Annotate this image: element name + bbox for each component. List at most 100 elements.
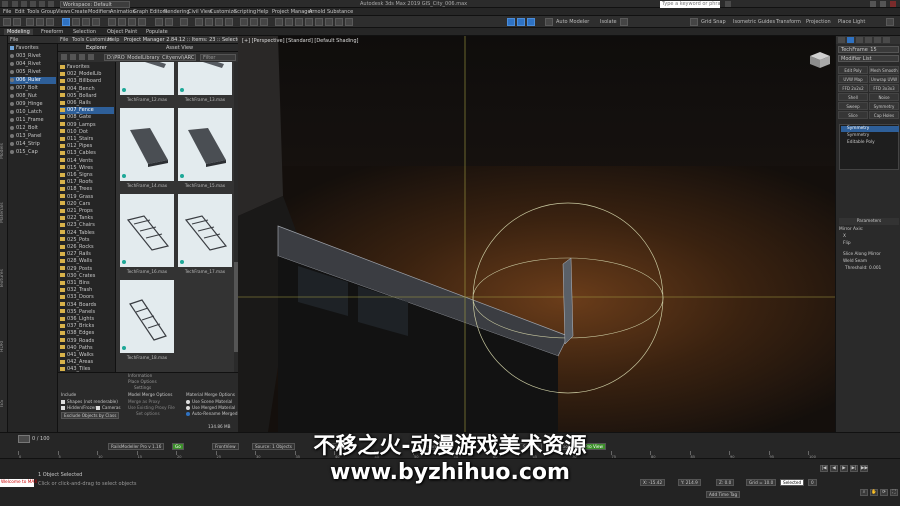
modifier-list-dropdown[interactable]: Modifier List [838,55,899,62]
folder-item[interactable]: 018_Trees [60,186,114,193]
save-icon[interactable] [30,1,36,7]
workspace-dropdown[interactable]: Workspace: Default [60,0,130,8]
list-item[interactable]: 014_Strip [10,141,56,148]
list-item[interactable]: Favorites [10,45,56,52]
tab-explorer[interactable]: Explorer [86,45,107,51]
folder-item[interactable]: 023_Chairs [60,222,114,229]
add-time-tag-button[interactable]: Add Time Tag [706,491,741,498]
menu-tools[interactable]: Tools [27,9,39,15]
eye-icon[interactable] [10,149,14,154]
utilities-tab-icon[interactable] [883,37,890,43]
path-field[interactable]: D:\PRO_ModelLibrary_Cityenvi\ARC_Memoria… [104,54,196,61]
folder-item[interactable]: 024_Tables [60,230,114,237]
tab-materials[interactable]: Materials [0,196,8,230]
pro-view-button[interactable]: Pro View [582,443,606,450]
rotate-icon[interactable] [118,18,126,26]
list-item[interactable]: 008_Nut [10,93,56,100]
coord-y-field[interactable]: Y: 214.9 [678,479,701,486]
region-select-icon[interactable] [82,18,90,26]
modifier-button[interactable]: Edit Poly [838,66,868,74]
stack-item[interactable]: Symmetry [841,126,899,132]
stack-item[interactable]: Editable Poly [841,140,899,146]
set-options-button[interactable]: Set options [136,411,160,417]
window-crossing-icon[interactable] [92,18,100,26]
goto-end-icon[interactable]: ▶▶ [860,465,868,472]
menu-create[interactable]: Create [71,9,88,15]
folder-item[interactable]: 009_Lamps [60,122,114,129]
folder-item[interactable]: 031_Bins [60,280,114,287]
list-item[interactable]: 003_Rivet [10,53,56,60]
open-icon[interactable] [21,1,27,7]
front-view-button[interactable]: FrontView [212,443,239,450]
eye-icon[interactable] [10,125,14,130]
prev-frame-icon[interactable]: ◀ [830,465,838,472]
isolate-icon[interactable] [620,18,628,26]
modifier-button[interactable]: UVW Map [838,75,868,83]
menu-file[interactable]: File [3,9,11,15]
undo-icon[interactable] [39,1,45,7]
surface-button[interactable]: Surface [520,443,542,450]
folder-item[interactable]: 039_Roads [60,338,114,345]
up-icon[interactable] [79,54,85,60]
tab-models[interactable]: Models [0,136,8,166]
folder-item[interactable]: 027_Rails [60,251,114,258]
folder-item[interactable]: 002_ModelLib [60,71,114,78]
place-icon[interactable] [138,18,146,26]
create-tab-icon[interactable] [838,37,845,43]
place-light-label[interactable]: Place Light [838,19,865,25]
undo-tool-icon[interactable] [3,18,11,26]
folder-item[interactable]: 011_Stairs [60,136,114,143]
auto-modeler-label[interactable]: Auto Modeler [556,19,589,25]
percent-snap-icon[interactable] [215,18,223,26]
rendered-frame-icon[interactable] [335,18,343,26]
tab-asset-view[interactable]: Asset View [166,45,193,51]
folder-item[interactable]: 006_Rails [60,100,114,107]
asset-thumbnail[interactable]: TechFrame_12.max [120,62,174,104]
select-icon[interactable] [62,18,70,26]
pm-menu-help[interactable]: Help [108,37,119,43]
grid-snap-label[interactable]: Grid Snap [701,19,726,25]
eye-icon[interactable] [10,101,14,106]
material-editor-icon[interactable] [315,18,323,26]
thumbnail-image[interactable] [178,62,232,95]
menu-views[interactable]: Views [56,9,70,15]
folder-item[interactable]: 013_Cables [60,150,114,157]
folder-item[interactable]: 021_Props [60,208,114,215]
move-icon[interactable] [108,18,116,26]
keyboard-shortcut-icon[interactable] [180,18,188,26]
modifier-button[interactable]: FFD 3x3x3 [869,84,899,92]
exclude-objects-button[interactable]: Exclude Objects by Class [61,412,120,419]
param-threshold[interactable]: Threshold: 0.001 [845,266,881,272]
eye-icon[interactable] [10,53,14,58]
folder-item[interactable]: 016_Signs [60,172,114,179]
pan-icon[interactable]: ✋ [870,489,878,496]
list-item[interactable]: 011_Frame [10,117,56,124]
folder-item[interactable]: 004_Bench [60,86,114,93]
filter-input[interactable]: Filter [200,54,236,61]
eye-icon[interactable] [10,85,14,90]
modifier-button[interactable]: Unwrap UVW [869,75,899,83]
modifier-button[interactable]: Mesh Smooth [869,66,899,74]
tab-hdri[interactable]: HDRI [0,336,8,356]
thumbnail-image[interactable] [120,62,174,95]
selected-rail-piece[interactable] [562,257,574,345]
display-tab-icon[interactable] [874,37,881,43]
radio-icon[interactable] [186,412,190,416]
tab-ies[interactable]: IES [0,396,8,410]
curve-editor-icon[interactable] [295,18,303,26]
modifier-button[interactable]: Symmetry [869,102,899,110]
eye-icon[interactable] [10,109,14,114]
select-by-name-icon[interactable] [72,18,80,26]
thumbnail-image[interactable] [120,108,174,181]
folder-item[interactable]: 026_Rocks [60,244,114,251]
back-icon[interactable] [61,54,67,60]
scale-icon[interactable] [128,18,136,26]
zoom-icon[interactable]: ⌕ [860,489,868,496]
stack-item[interactable]: Symmetry [841,133,899,139]
angle-snap-icon[interactable] [205,18,213,26]
eye-icon[interactable] [10,117,14,122]
list-item[interactable]: 012_Bolt [10,125,56,132]
folder-item[interactable]: 036_Lights [60,316,114,323]
thumbnail-image[interactable] [120,280,174,353]
thumbnail-image[interactable] [178,194,232,267]
